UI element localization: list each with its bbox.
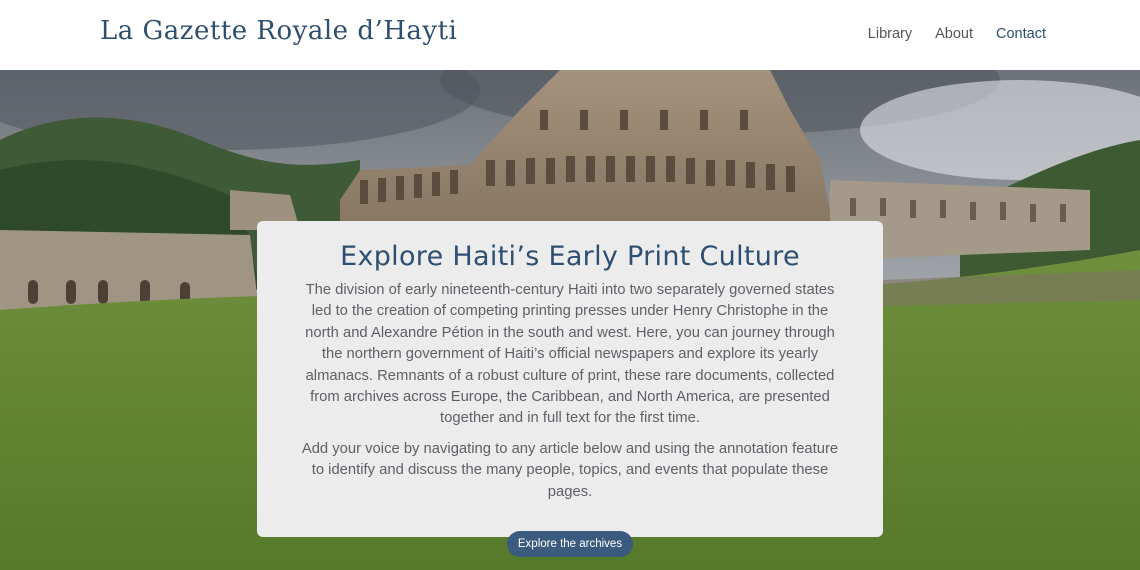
nav-about-link[interactable]: About	[935, 26, 973, 42]
intro-paragraph: The division of early nineteenth-century…	[305, 282, 835, 427]
nav-contact-link[interactable]: Contact	[996, 26, 1046, 42]
intro-card: Explore Haiti’s Early Print Culture The …	[257, 221, 883, 558]
nav-library-link[interactable]: Library	[868, 26, 912, 42]
explore-archives-button[interactable]: Explore the archives	[506, 531, 634, 558]
annotation-paragraph: Add your voice by navigating to any arti…	[301, 440, 839, 500]
site-title[interactable]: La Gazette Royale d’Hayti	[100, 16, 457, 46]
main-nav: Library About Contact	[868, 26, 1046, 42]
site-header: La Gazette Royale d’Hayti Library About …	[0, 0, 1140, 70]
intro-title: Explore Haiti’s Early Print Culture	[340, 241, 800, 272]
